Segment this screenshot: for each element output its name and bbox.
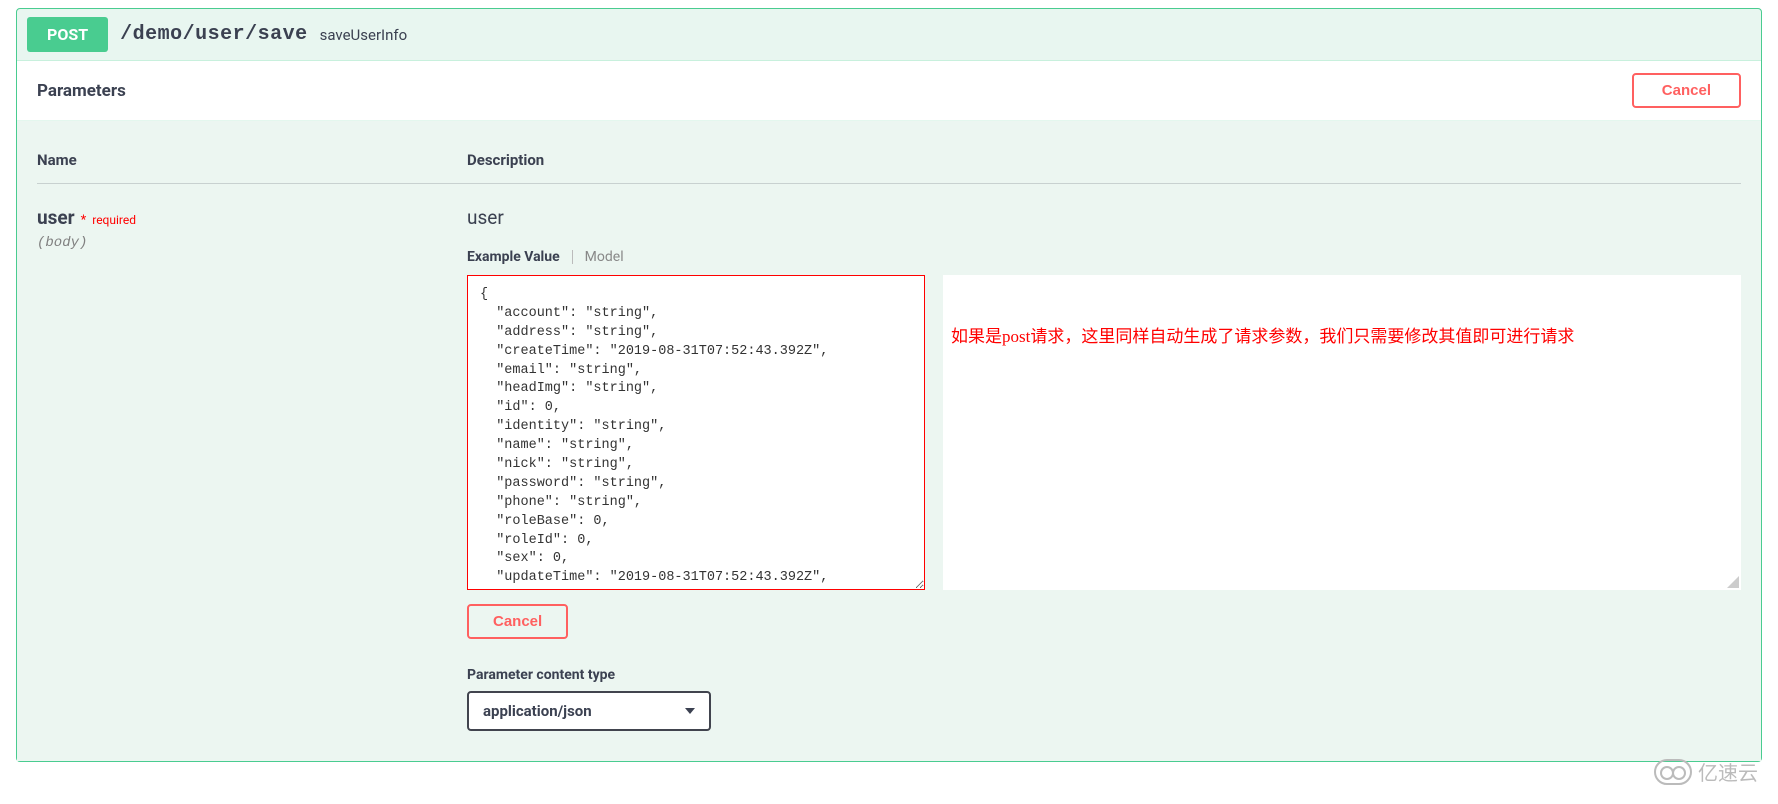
api-operation-panel: POST /demo/user/save saveUserInfo Parame… — [16, 8, 1762, 762]
chevron-down-icon — [685, 708, 695, 714]
parameter-name-cell: user * required (body) — [37, 206, 467, 731]
required-star: * — [81, 213, 87, 228]
tab-divider — [572, 250, 573, 264]
column-header-description: Description — [467, 151, 1741, 169]
request-body-textarea[interactable] — [467, 275, 925, 590]
parameter-name: user — [37, 206, 75, 229]
parameters-table-header: Name Description — [37, 141, 1741, 184]
parameters-body: Name Description user * required (body) … — [17, 121, 1761, 761]
parameters-title: Parameters — [37, 81, 126, 101]
body-editor-row: 如果是post请求，这里同样自动生成了请求参数，我们只需要修改其值即可进行请求 — [467, 275, 1741, 590]
cancel-button[interactable]: Cancel — [1632, 73, 1741, 108]
watermark-text: 亿速云 — [1698, 757, 1758, 786]
annotation-text: 如果是post请求，这里同样自动生成了请求参数，我们只需要修改其值即可进行请求 — [943, 275, 1574, 590]
operation-id: saveUserInfo — [320, 26, 408, 44]
parameters-section: Parameters Cancel Name Description user … — [17, 60, 1761, 761]
content-type-value: application/json — [483, 702, 592, 720]
content-type-label: Parameter content type — [467, 667, 1741, 683]
required-text: required — [92, 213, 136, 227]
parameter-in: (body) — [37, 235, 467, 251]
parameter-row: user * required (body) user Example Valu… — [37, 184, 1741, 731]
watermark: 亿速云 — [1654, 757, 1758, 786]
http-method-badge: POST — [27, 17, 108, 52]
tab-example-value[interactable]: Example Value — [467, 249, 560, 265]
column-header-name: Name — [37, 151, 467, 169]
content-type-section: Parameter content type application/json — [467, 667, 1741, 731]
operation-header[interactable]: POST /demo/user/save saveUserInfo — [17, 9, 1761, 60]
parameter-description-cell: user Example Value Model 如果是post请求，这里同样自… — [467, 206, 1741, 731]
tab-model[interactable]: Model — [585, 249, 624, 265]
annotation-panel: 如果是post请求，这里同样自动生成了请求参数，我们只需要修改其值即可进行请求 — [943, 275, 1741, 590]
cancel-body-button[interactable]: Cancel — [467, 604, 568, 639]
content-type-select[interactable]: application/json — [467, 691, 711, 731]
parameters-header-bar: Parameters Cancel — [17, 61, 1761, 121]
parameter-description: user — [467, 206, 1741, 229]
body-tabs: Example Value Model — [467, 249, 1741, 265]
endpoint-path: /demo/user/save — [120, 23, 308, 46]
watermark-icon — [1654, 759, 1692, 785]
